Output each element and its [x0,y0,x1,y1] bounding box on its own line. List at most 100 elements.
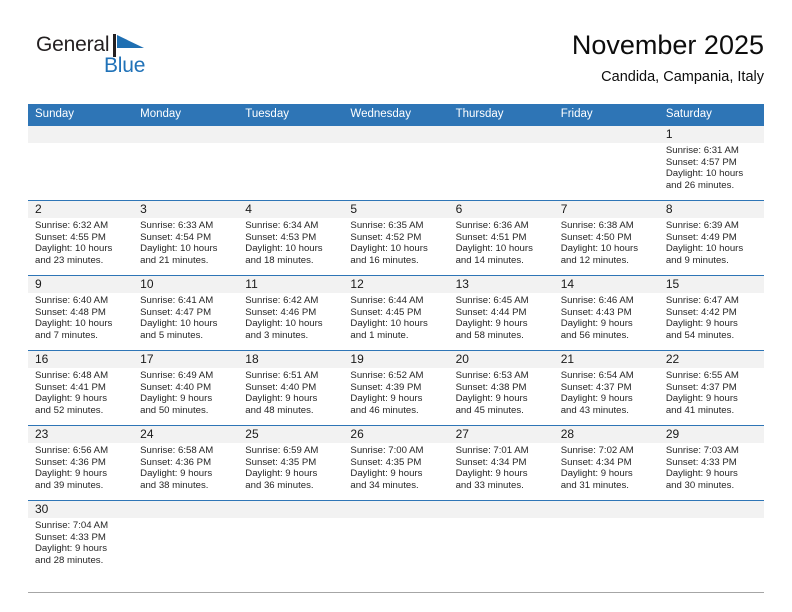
day-number[interactable]: 21 [554,351,659,368]
day-number[interactable]: 26 [343,426,448,443]
day-number[interactable]: 11 [238,276,343,293]
day-number[interactable]: 9 [28,276,133,293]
day-number[interactable] [238,126,343,143]
day-cell[interactable] [28,143,133,200]
day-cell[interactable]: Sunrise: 6:39 AM Sunset: 4:49 PM Dayligh… [659,218,764,275]
day-cell[interactable]: Sunrise: 6:53 AM Sunset: 4:38 PM Dayligh… [449,368,554,425]
day-number[interactable]: 17 [133,351,238,368]
day-cell[interactable] [133,518,238,592]
daylight-text-line1: Daylight: 10 hours [140,243,218,255]
day-cell[interactable]: Sunrise: 6:32 AM Sunset: 4:55 PM Dayligh… [28,218,133,275]
day-number[interactable]: 4 [238,201,343,218]
day-number[interactable]: 10 [133,276,238,293]
day-cell[interactable] [659,518,764,592]
day-cell[interactable] [238,518,343,592]
day-number[interactable]: 29 [659,426,764,443]
day-cell[interactable]: Sunrise: 6:48 AM Sunset: 4:41 PM Dayligh… [28,368,133,425]
day-cell[interactable]: Sunrise: 6:40 AM Sunset: 4:48 PM Dayligh… [28,293,133,350]
day-cell[interactable]: Sunrise: 6:38 AM Sunset: 4:50 PM Dayligh… [554,218,659,275]
day-number[interactable]: 24 [133,426,238,443]
day-number[interactable]: 5 [343,201,448,218]
day-cell[interactable]: Sunrise: 7:00 AM Sunset: 4:35 PM Dayligh… [343,443,448,500]
daylight-text-line2: and 50 minutes. [140,404,209,416]
day-number[interactable] [343,126,448,143]
day-number[interactable]: 1 [659,126,764,143]
day-number[interactable] [449,501,554,518]
day-cell[interactable]: Sunrise: 7:02 AM Sunset: 4:34 PM Dayligh… [554,443,659,500]
day-cell[interactable]: Sunrise: 6:42 AM Sunset: 4:46 PM Dayligh… [238,293,343,350]
sunset-text: Sunset: 4:39 PM [350,381,422,393]
day-cell[interactable] [554,518,659,592]
brand-logo[interactable]: General Blue [36,34,206,92]
day-cell[interactable]: Sunrise: 6:34 AM Sunset: 4:53 PM Dayligh… [238,218,343,275]
day-cell[interactable] [449,143,554,200]
day-number[interactable]: 25 [238,426,343,443]
day-number[interactable]: 28 [554,426,659,443]
day-number[interactable] [238,501,343,518]
daylight-text-line2: and 38 minutes. [140,479,209,491]
daylight-text-line1: Daylight: 10 hours [245,243,323,255]
day-cell[interactable] [449,518,554,592]
day-cell[interactable]: Sunrise: 6:56 AM Sunset: 4:36 PM Dayligh… [28,443,133,500]
day-number[interactable] [133,501,238,518]
day-cell[interactable]: Sunrise: 6:31 AM Sunset: 4:57 PM Dayligh… [659,143,764,200]
day-cell[interactable]: Sunrise: 6:35 AM Sunset: 4:52 PM Dayligh… [343,218,448,275]
day-number[interactable] [449,126,554,143]
day-cell[interactable] [238,143,343,200]
day-number[interactable]: 15 [659,276,764,293]
day-number[interactable]: 14 [554,276,659,293]
day-cell[interactable]: Sunrise: 7:04 AM Sunset: 4:33 PM Dayligh… [28,518,133,592]
day-cell[interactable] [133,143,238,200]
day-number[interactable]: 20 [449,351,554,368]
day-cell[interactable] [343,143,448,200]
day-cell[interactable]: Sunrise: 7:01 AM Sunset: 4:34 PM Dayligh… [449,443,554,500]
day-number[interactable]: 23 [28,426,133,443]
day-cell[interactable]: Sunrise: 6:59 AM Sunset: 4:35 PM Dayligh… [238,443,343,500]
day-number[interactable]: 16 [28,351,133,368]
day-number[interactable]: 27 [449,426,554,443]
day-cell[interactable]: Sunrise: 6:36 AM Sunset: 4:51 PM Dayligh… [449,218,554,275]
day-cell[interactable] [343,518,448,592]
daylight-text-line2: and 21 minutes. [140,254,209,266]
day-cell[interactable]: Sunrise: 6:52 AM Sunset: 4:39 PM Dayligh… [343,368,448,425]
day-number[interactable] [659,501,764,518]
sunset-text: Sunset: 4:37 PM [665,381,737,393]
day-cell[interactable]: Sunrise: 6:46 AM Sunset: 4:43 PM Dayligh… [554,293,659,350]
day-cell[interactable]: Sunrise: 6:41 AM Sunset: 4:47 PM Dayligh… [133,293,238,350]
day-detail-band: Sunrise: 6:48 AM Sunset: 4:41 PM Dayligh… [28,368,764,425]
day-number[interactable]: 18 [238,351,343,368]
day-cell[interactable]: Sunrise: 6:54 AM Sunset: 4:37 PM Dayligh… [554,368,659,425]
day-cell[interactable]: Sunrise: 6:49 AM Sunset: 4:40 PM Dayligh… [133,368,238,425]
day-number[interactable]: 7 [554,201,659,218]
day-cell[interactable]: Sunrise: 6:47 AM Sunset: 4:42 PM Dayligh… [659,293,764,350]
day-cell[interactable]: Sunrise: 6:44 AM Sunset: 4:45 PM Dayligh… [343,293,448,350]
day-number[interactable]: 8 [659,201,764,218]
day-cell[interactable]: Sunrise: 7:03 AM Sunset: 4:33 PM Dayligh… [659,443,764,500]
day-number[interactable] [28,126,133,143]
day-number[interactable]: 12 [343,276,448,293]
day-number[interactable]: 2 [28,201,133,218]
day-number[interactable]: 3 [133,201,238,218]
day-cell[interactable]: Sunrise: 6:58 AM Sunset: 4:36 PM Dayligh… [133,443,238,500]
day-number[interactable] [343,501,448,518]
day-number[interactable]: 30 [28,501,133,518]
day-cell[interactable] [554,143,659,200]
day-number[interactable]: 22 [659,351,764,368]
sunset-text: Sunset: 4:35 PM [350,456,422,468]
day-cell[interactable]: Sunrise: 6:51 AM Sunset: 4:40 PM Dayligh… [238,368,343,425]
sunrise-text: Sunrise: 6:59 AM [245,445,319,456]
day-number[interactable]: 13 [449,276,554,293]
day-cell[interactable]: Sunrise: 6:45 AM Sunset: 4:44 PM Dayligh… [449,293,554,350]
sunrise-text: Sunrise: 6:55 AM [665,370,739,381]
day-number[interactable] [554,501,659,518]
day-number[interactable]: 19 [343,351,448,368]
sunrise-text: Sunrise: 7:00 AM [350,445,424,456]
day-detail-band: Sunrise: 7:04 AM Sunset: 4:33 PM Dayligh… [28,518,764,592]
day-cell[interactable]: Sunrise: 6:33 AM Sunset: 4:54 PM Dayligh… [133,218,238,275]
sunrise-text: Sunrise: 6:36 AM [455,220,529,231]
day-cell[interactable]: Sunrise: 6:55 AM Sunset: 4:37 PM Dayligh… [659,368,764,425]
day-number[interactable] [554,126,659,143]
day-number[interactable] [133,126,238,143]
daylight-text-line1: Daylight: 10 hours [350,318,428,330]
day-number[interactable]: 6 [449,201,554,218]
